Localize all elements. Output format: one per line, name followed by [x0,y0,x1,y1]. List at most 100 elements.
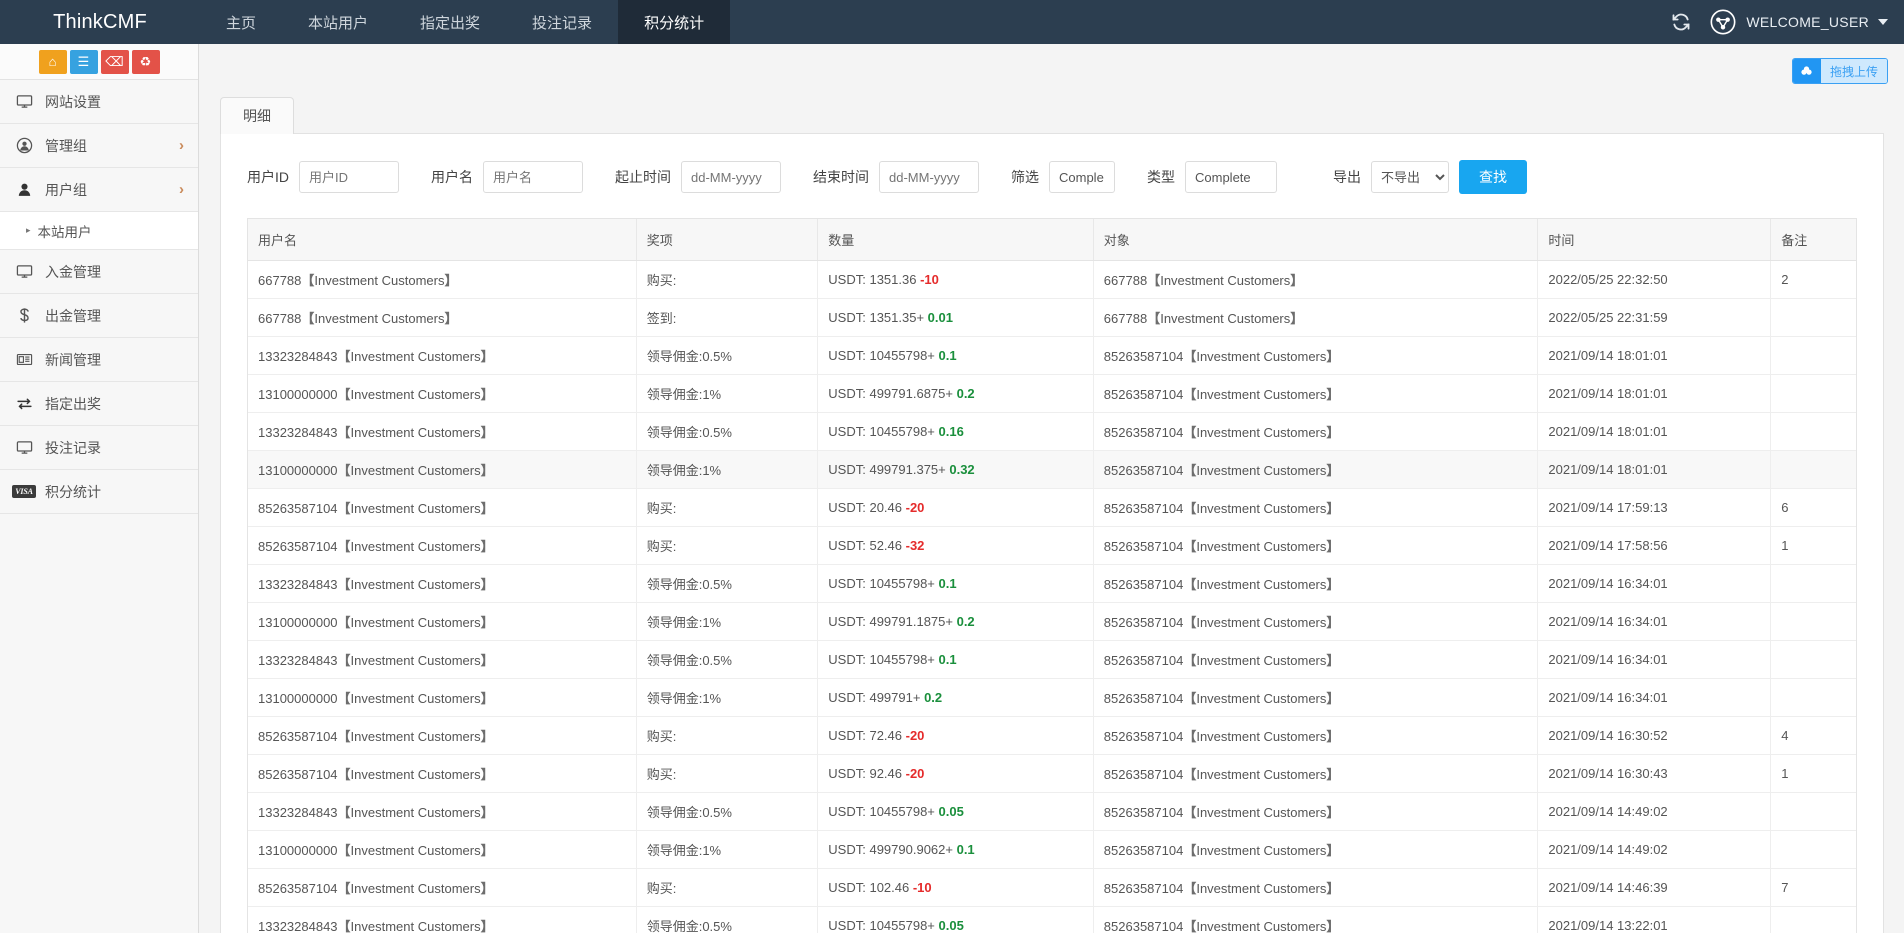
cell-award: 领导佣金:1% [636,679,818,717]
cell-time: 2021/09/14 16:34:01 [1538,679,1771,717]
cell-note: 7 [1771,869,1856,907]
nav-item-2[interactable]: 指定出奖 [394,0,506,44]
table-body: 667788【Investment Customers】购买:USDT: 135… [248,261,1856,933]
cell-username: 667788【Investment Customers】 [248,299,636,337]
tab-detail[interactable]: 明细 [220,97,294,134]
user-id-input[interactable] [299,161,399,193]
end-time-input[interactable] [879,161,979,193]
user-menu[interactable]: WELCOME_USER [1709,8,1888,36]
table-row[interactable]: 13100000000【Investment Customers】领导佣金:1%… [248,375,1856,413]
sidebar-item-label: 用户组 [45,180,168,200]
cell-note [1771,337,1856,375]
user-name-input[interactable] [483,161,583,193]
sidebar-item-9[interactable]: VISA积分统计 [0,470,198,514]
nav-item-0[interactable]: 主页 [200,0,282,44]
sidebar-subitem-3[interactable]: ▸本站用户 [0,212,198,250]
sidebar-item-6[interactable]: 新闻管理 [0,338,198,382]
cloud-upload-icon [1793,59,1821,83]
table-row[interactable]: 85263587104【Investment Customers】购买:USDT… [248,869,1856,907]
search-button[interactable]: 查找 [1459,160,1527,194]
cell-time: 2021/09/14 17:59:13 [1538,489,1771,527]
sidebar-item-7[interactable]: 指定出奖 [0,382,198,426]
sidebar: ⌂☰⌫♻ 网站设置管理组›用户组›▸本站用户入金管理出金管理新闻管理指定出奖投注… [0,44,199,933]
table-row[interactable]: 13100000000【Investment Customers】领导佣金:1%… [248,451,1856,489]
table-row[interactable]: 85263587104【Investment Customers】购买:USDT… [248,755,1856,793]
sidebar-item-8[interactable]: 投注记录 [0,426,198,470]
screen-input[interactable] [1049,161,1115,193]
sidebar-item-0[interactable]: 网站设置 [0,80,198,124]
user-circle-icon [14,137,34,154]
cell-time: 2021/09/14 18:01:01 [1538,337,1771,375]
cell-time: 2021/09/14 16:30:43 [1538,755,1771,793]
table-row[interactable]: 13100000000【Investment Customers】领导佣金:1%… [248,831,1856,869]
exchange-icon [14,395,34,412]
table-row[interactable]: 13323284843【Investment Customers】领导佣金:0.… [248,907,1856,933]
table-row[interactable]: 13323284843【Investment Customers】领导佣金:0.… [248,413,1856,451]
cell-note: 1 [1771,755,1856,793]
table-row[interactable]: 13100000000【Investment Customers】领导佣金:1%… [248,679,1856,717]
trash-icon[interactable]: ⌫ [101,50,129,74]
nav-item-4[interactable]: 积分统计 [618,0,730,44]
navbar-right: WELCOME_USER [1671,0,1904,44]
cell-award: 购买: [636,717,818,755]
file-icon[interactable]: ☰ [70,50,98,74]
cell-username: 85263587104【Investment Customers】 [248,489,636,527]
home-icon[interactable]: ⌂ [39,50,67,74]
cell-award: 购买: [636,489,818,527]
refresh-icon[interactable] [1671,12,1691,32]
cell-username: 667788【Investment Customers】 [248,261,636,299]
start-time-input[interactable] [681,161,781,193]
cell-note [1771,299,1856,337]
cell-target: 667788【Investment Customers】 [1093,299,1538,337]
table-row[interactable]: 13323284843【Investment Customers】领导佣金:0.… [248,337,1856,375]
cell-time: 2021/09/14 14:49:02 [1538,793,1771,831]
drag-upload-button[interactable]: 拖拽上传 [1792,58,1888,84]
cell-amount: USDT: 10455798+ 0.1 [818,337,1094,375]
recycle-icon[interactable]: ♻ [132,50,160,74]
cell-note [1771,831,1856,869]
table-row[interactable]: 85263587104【Investment Customers】购买:USDT… [248,489,1856,527]
table-header-4: 时间 [1538,219,1771,261]
cell-amount: USDT: 10455798+ 0.16 [818,413,1094,451]
type-input[interactable] [1185,161,1277,193]
table-row[interactable]: 13323284843【Investment Customers】领导佣金:0.… [248,793,1856,831]
cell-note [1771,907,1856,933]
table-row[interactable]: 85263587104【Investment Customers】购买:USDT… [248,717,1856,755]
table-row[interactable]: 85263587104【Investment Customers】购买:USDT… [248,527,1856,565]
cell-target: 85263587104【Investment Customers】 [1093,755,1538,793]
records-table-wrapper: 用户名奖项数量对象时间备注 667788【Investment Customer… [247,218,1857,933]
table-header-1: 奖项 [636,219,818,261]
table-header-0: 用户名 [248,219,636,261]
cell-username: 13100000000【Investment Customers】 [248,831,636,869]
cell-target: 85263587104【Investment Customers】 [1093,641,1538,679]
sidebar-item-5[interactable]: 出金管理 [0,294,198,338]
cell-amount: USDT: 499790.9062+ 0.1 [818,831,1094,869]
export-label: 导出 [1333,167,1361,187]
cell-amount: USDT: 499791.6875+ 0.2 [818,375,1094,413]
sidebar-item-2[interactable]: 用户组› [0,168,198,212]
table-row[interactable]: 667788【Investment Customers】购买:USDT: 135… [248,261,1856,299]
user-menu-label: WELCOME_USER [1746,14,1869,30]
nav-item-1[interactable]: 本站用户 [282,0,394,44]
cell-note [1771,375,1856,413]
sidebar-item-label: 指定出奖 [45,394,184,414]
cell-username: 13100000000【Investment Customers】 [248,679,636,717]
cell-time: 2022/05/25 22:31:59 [1538,299,1771,337]
table-row[interactable]: 13323284843【Investment Customers】领导佣金:0.… [248,641,1856,679]
cell-note: 4 [1771,717,1856,755]
table-row[interactable]: 667788【Investment Customers】签到:USDT: 135… [248,299,1856,337]
cell-time: 2021/09/14 14:46:39 [1538,869,1771,907]
table-row[interactable]: 13323284843【Investment Customers】领导佣金:0.… [248,565,1856,603]
cell-note [1771,603,1856,641]
monitor-icon [14,263,34,280]
top-navbar: ThinkCMF 主页本站用户指定出奖投注记录积分统计 WELCOME_USER [0,0,1904,44]
export-select[interactable]: 不导出 [1371,161,1449,193]
brand-logo[interactable]: ThinkCMF [0,0,200,44]
type-label: 类型 [1147,167,1175,187]
cell-target: 85263587104【Investment Customers】 [1093,869,1538,907]
sidebar-item-4[interactable]: 入金管理 [0,250,198,294]
nav-item-3[interactable]: 投注记录 [506,0,618,44]
user-solid-icon [14,181,34,198]
sidebar-item-1[interactable]: 管理组› [0,124,198,168]
table-row[interactable]: 13100000000【Investment Customers】领导佣金:1%… [248,603,1856,641]
